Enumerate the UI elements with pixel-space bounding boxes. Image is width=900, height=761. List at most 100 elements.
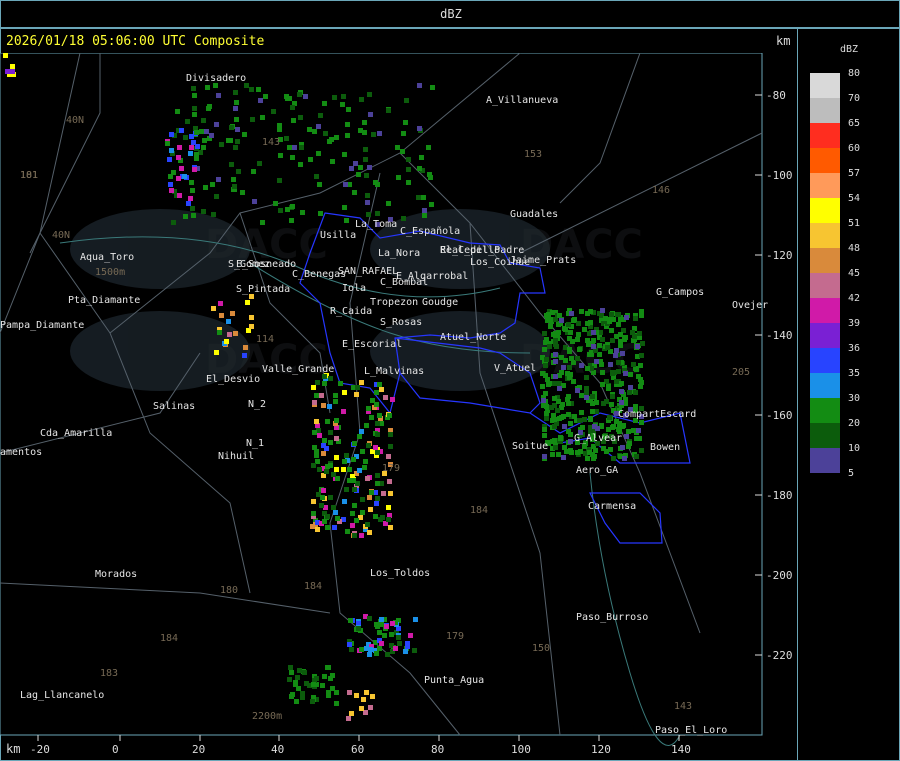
echo-pixel	[430, 85, 435, 90]
legend-swatch-60	[810, 148, 840, 173]
place-label: amentos	[0, 447, 42, 458]
echo-pixel	[561, 365, 566, 370]
echo-pixel	[556, 452, 561, 457]
echo-pixel	[390, 621, 395, 626]
echo-pixel	[297, 92, 302, 97]
echo-pixel	[619, 381, 624, 386]
echo-pixel	[186, 201, 191, 206]
echo-pixel	[331, 472, 336, 477]
echo-pixel	[189, 134, 194, 139]
echo-pixel	[634, 454, 639, 459]
echo-pixel	[350, 511, 355, 516]
echo-pixel	[363, 147, 368, 152]
echo-pixel	[211, 212, 216, 217]
echo-pixel	[401, 131, 406, 136]
echo-pixel	[204, 129, 209, 134]
echo-pixel	[375, 450, 380, 455]
echo-pixel	[620, 351, 625, 356]
echo-pixel	[325, 665, 330, 670]
echo-pixel	[183, 214, 188, 219]
echo-pixel	[192, 167, 197, 172]
echo-pixel	[406, 167, 411, 172]
echo-pixel	[377, 382, 382, 387]
echo-pixel	[284, 136, 289, 141]
echo-pixel	[566, 394, 571, 399]
echo-pixel	[627, 390, 632, 395]
echo-pixel	[542, 427, 547, 432]
echo-pixel	[318, 113, 323, 118]
echo-pixel	[568, 421, 573, 426]
echo-pixel	[405, 644, 410, 649]
echo-pixel	[406, 157, 411, 162]
place-label: Atuel_Norte	[440, 332, 506, 343]
echo-pixel	[380, 515, 385, 520]
echo-pixel	[367, 530, 372, 535]
echo-pixel	[277, 127, 282, 132]
echo-pixel	[219, 142, 224, 147]
echo-pixel	[192, 93, 197, 98]
echo-pixel	[364, 173, 369, 178]
echo-pixel	[633, 316, 638, 321]
place-label: Divisadero	[186, 73, 246, 84]
echo-pixel	[381, 491, 386, 496]
echo-pixel	[386, 454, 391, 459]
echo-pixel	[639, 309, 644, 314]
echo-pixel	[342, 205, 347, 210]
echo-pixel	[635, 344, 640, 349]
echo-pixel	[542, 433, 547, 438]
echo-pixel	[242, 132, 247, 137]
x-tick-label: 80	[431, 743, 444, 756]
header-bar: dBZ	[0, 0, 900, 28]
echo-pixel	[584, 395, 589, 400]
echo-pixel	[585, 311, 590, 316]
echo-pixel	[235, 127, 240, 132]
echo-pixel	[544, 337, 549, 342]
legend-label-36: 36	[848, 343, 861, 354]
echo-pixel	[328, 676, 333, 681]
echo-pixel	[177, 193, 182, 198]
echo-pixel	[582, 417, 587, 422]
place-label: Aero_GA	[576, 465, 618, 476]
legend-swatch-51	[810, 223, 840, 248]
echo-pixel	[210, 182, 215, 187]
echo-pixel	[10, 64, 15, 69]
echo-pixel	[623, 335, 628, 340]
echo-pixel	[386, 108, 391, 113]
echo-pixel	[289, 670, 294, 675]
echo-pixel	[295, 675, 300, 680]
echo-pixel	[569, 356, 574, 361]
echo-pixel	[400, 149, 405, 154]
echo-pixel	[579, 393, 584, 398]
echo-pixel	[185, 119, 190, 124]
echo-pixel	[341, 467, 346, 472]
echo-pixel	[240, 190, 245, 195]
place-label: G_Campos	[656, 287, 704, 298]
echo-pixel	[379, 641, 384, 646]
echo-pixel	[624, 434, 629, 439]
echo-pixel	[179, 128, 184, 133]
echo-pixel	[249, 315, 254, 320]
legend-label-80: 80	[848, 68, 861, 79]
echo-pixel	[169, 148, 174, 153]
echo-pixel	[321, 488, 326, 493]
echo-pixel	[298, 162, 303, 167]
legend-label-57: 57	[848, 168, 861, 179]
echo-pixel	[321, 403, 326, 408]
legend-swatch-70	[810, 98, 840, 123]
echo-pixel	[601, 401, 606, 406]
elevation-label: 183	[100, 668, 118, 679]
place-label: C_Española	[400, 226, 460, 237]
echo-pixel	[384, 624, 389, 629]
echo-pixel	[312, 129, 317, 134]
echo-pixel	[388, 525, 393, 530]
radar-map[interactable]: DACC DACC DACC DACC DivisaderoA_Villanue…	[0, 53, 798, 761]
echo-pixel	[260, 115, 265, 120]
echo-pixel	[575, 356, 580, 361]
legend-swatch-80	[810, 73, 840, 98]
echo-pixel	[294, 699, 299, 704]
place-label: L_Malvinas	[364, 366, 424, 377]
echo-pixel	[545, 377, 550, 382]
y-tick-label: -80	[766, 89, 786, 102]
echo-pixel	[359, 380, 364, 385]
echo-pixel	[328, 430, 333, 435]
